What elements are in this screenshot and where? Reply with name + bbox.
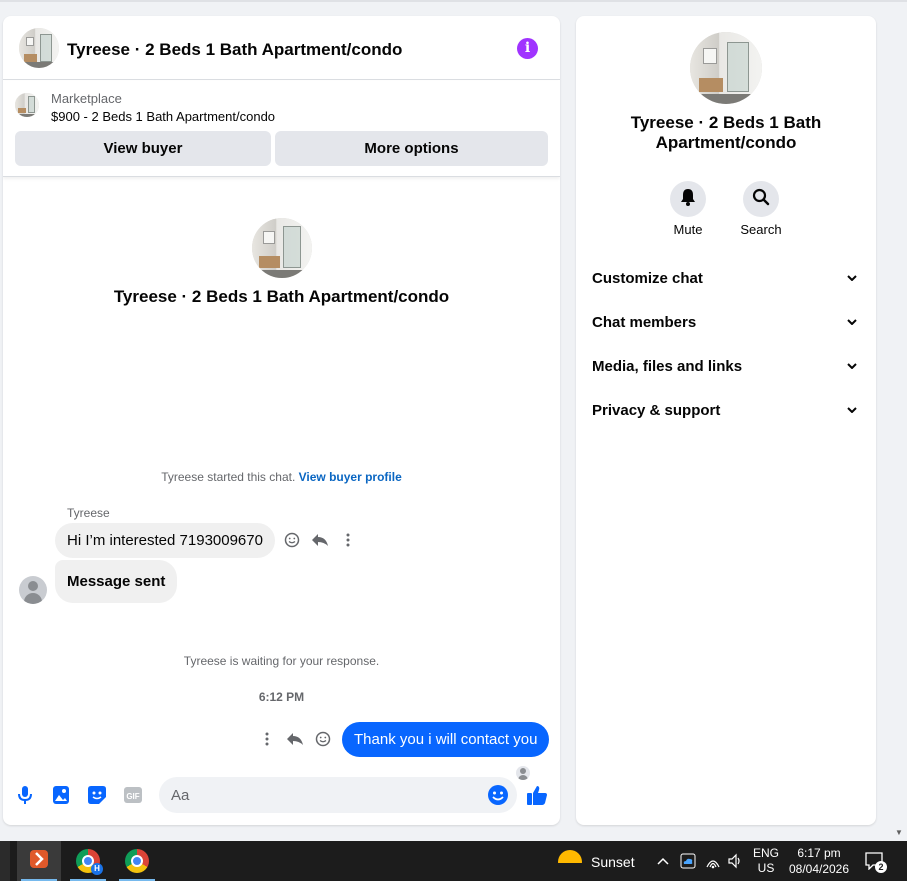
language-code: ENG <box>753 846 780 860</box>
chevron-down-icon <box>844 402 860 418</box>
section-privacy-support[interactable]: Privacy & support <box>592 398 860 422</box>
sender-name: Tyreese <box>67 506 110 520</box>
listing-source-label: Marketplace <box>51 91 122 106</box>
sticker-icon[interactable] <box>86 784 108 806</box>
chat-panel: Tyreese · 2 Beds 1 Bath Apartment/condo … <box>3 16 560 825</box>
view-buyer-profile-link[interactable]: View buyer profile <box>299 470 402 484</box>
marketplace-listing-bar: Marketplace $900 - 2 Beds 1 Bath Apartme… <box>3 81 560 177</box>
react-emoji-icon[interactable] <box>313 729 333 749</box>
mute-label: Mute <box>673 222 703 237</box>
wifi-icon[interactable] <box>705 853 721 872</box>
section-label: Media, files and links <box>592 357 743 375</box>
svg-text:GIF: GIF <box>126 792 139 801</box>
chat-header: Tyreese · 2 Beds 1 Bath Apartment/condo … <box>3 16 560 80</box>
message-input-box <box>159 777 517 813</box>
sender-avatar[interactable] <box>19 576 47 604</box>
chrome-icon <box>125 849 149 873</box>
keyboard-region: US <box>757 861 775 875</box>
search-icon <box>752 188 770 211</box>
bell-icon <box>680 188 696 211</box>
view-buyer-button[interactable]: View buyer <box>15 131 271 166</box>
microphone-icon[interactable] <box>14 784 36 806</box>
incoming-message[interactable]: Hi I’m interested 7193009670 <box>55 523 275 558</box>
chevron-down-icon <box>844 358 860 374</box>
chrome-profile-badge: H <box>91 863 103 875</box>
search-label: Search <box>740 222 782 237</box>
taskbar-chrome[interactable] <box>115 841 159 881</box>
info-title-line2: Apartment/condo <box>655 133 797 152</box>
listing-avatar[interactable] <box>19 28 59 68</box>
show-hidden-icons-chevron-up-icon[interactable] <box>657 853 669 868</box>
language-indicator[interactable]: ENG US <box>753 846 779 876</box>
weather-label[interactable]: Sunset <box>591 854 635 870</box>
emoji-picker-icon[interactable] <box>487 784 509 806</box>
more-actions-icon[interactable] <box>257 729 277 749</box>
section-customize-chat[interactable]: Customize chat <box>592 266 860 290</box>
taskbar-chrome-profile[interactable]: H <box>66 841 110 881</box>
react-emoji-icon[interactable] <box>282 530 302 550</box>
reply-icon[interactable] <box>285 729 305 749</box>
info-title: Tyreese · 2 Beds 1 Bath Apartment/condo <box>576 113 876 153</box>
chat-started-text: Tyreese started this chat. <box>161 470 296 484</box>
mute-button[interactable] <box>670 181 706 217</box>
more-options-button[interactable]: More options <box>275 131 548 166</box>
section-media-files-links[interactable]: Media, files and links <box>592 354 860 378</box>
chat-title[interactable]: Tyreese · 2 Beds 1 Bath Apartment/condo <box>67 40 402 60</box>
info-icon[interactable]: i <box>517 38 538 59</box>
search-button[interactable] <box>743 181 779 217</box>
window-top-border <box>0 0 907 2</box>
photo-icon[interactable] <box>50 784 72 806</box>
message-timestamp: 6:12 PM <box>258 690 305 704</box>
incoming-message[interactable]: Message sent <box>55 560 178 603</box>
clock-date: 08/04/2026 <box>788 862 850 876</box>
taskbar-app-1[interactable] <box>17 841 61 881</box>
conversation-title: Tyreese · 2 Beds 1 Bath Apartment/condo <box>113 287 450 306</box>
section-chat-members[interactable]: Chat members <box>592 310 860 334</box>
thumbs-up-icon[interactable] <box>526 784 548 806</box>
notification-count-badge: 2 <box>875 861 887 873</box>
chat-info-panel: Tyreese · 2 Beds 1 Bath Apartment/condo … <box>576 16 876 825</box>
sunset-weather-icon[interactable] <box>558 850 582 874</box>
outgoing-message[interactable]: Thank you i will contact you <box>342 722 550 757</box>
clock-time: 6:17 pm <box>797 846 841 860</box>
scroll-down-arrow-icon[interactable]: ▼ <box>895 828 903 837</box>
section-label: Privacy & support <box>592 401 721 419</box>
seen-indicator-avatar <box>516 766 530 780</box>
windows-taskbar: H Sunset ENG US 6:17 pm 08/04/2026 2 <box>0 841 907 881</box>
message-input[interactable] <box>171 777 471 813</box>
section-label: Chat members <box>592 313 697 331</box>
app-icon <box>27 847 51 876</box>
onedrive-cloud-icon[interactable] <box>680 853 696 872</box>
info-avatar[interactable] <box>690 32 762 104</box>
more-actions-icon[interactable] <box>338 530 358 550</box>
chevron-down-icon <box>844 314 860 330</box>
taskbar-edge-app[interactable] <box>0 841 10 881</box>
section-label: Customize chat <box>592 269 703 287</box>
chat-started-notice: Tyreese started this chat. View buyer pr… <box>3 470 560 484</box>
clock[interactable]: 6:17 pm 08/04/2026 <box>786 845 852 877</box>
gif-icon[interactable]: GIF <box>122 784 144 806</box>
reply-icon[interactable] <box>310 530 330 550</box>
listing-price-title[interactable]: $900 - 2 Beds 1 Bath Apartment/condo <box>51 109 275 124</box>
waiting-notice: Tyreese is waiting for your response. <box>183 654 380 668</box>
conversation-avatar <box>252 218 312 278</box>
listing-thumbnail[interactable] <box>15 93 39 117</box>
info-title-line1: Tyreese · 2 Beds 1 Bath <box>630 113 822 132</box>
chevron-down-icon <box>844 270 860 286</box>
volume-icon[interactable] <box>727 853 743 872</box>
